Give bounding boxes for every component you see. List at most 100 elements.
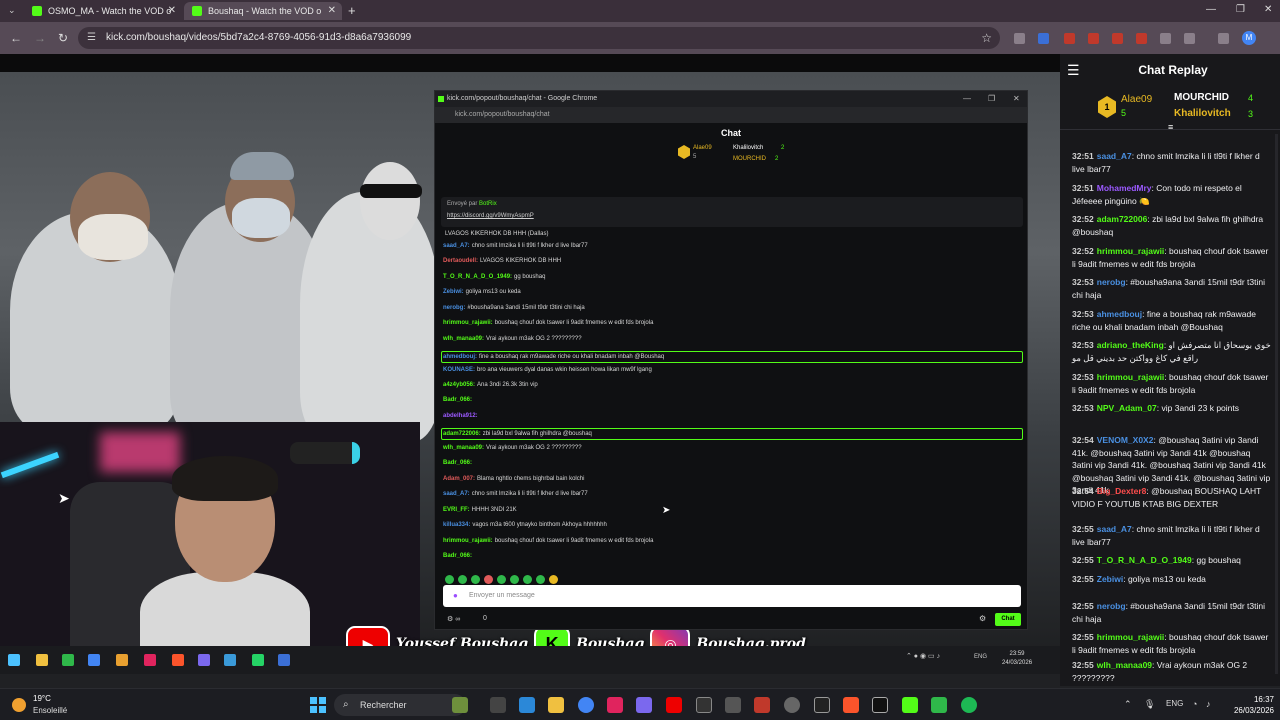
message-user[interactable]: hrimmou_rajawii [1097, 246, 1165, 256]
message-time: 32:54 [1072, 486, 1094, 496]
network-icon[interactable]: ◔ [1192, 699, 1197, 709]
gold-badge-icon [678, 145, 690, 159]
gifter-name: MOURCHID [1174, 92, 1229, 103]
clock-time: 16:37 [1253, 695, 1274, 704]
spotify-icon[interactable] [961, 697, 977, 713]
widget-icon[interactable] [452, 697, 468, 713]
extension-icon[interactable] [1064, 33, 1075, 44]
app-icon[interactable] [725, 697, 741, 713]
message-user[interactable]: adriano_theKing [1097, 340, 1164, 350]
weather-desc[interactable]: Ensoleillé [33, 706, 67, 715]
teams-icon[interactable] [636, 697, 652, 713]
tab-close-icon[interactable]: ✕ [168, 5, 176, 16]
message-user[interactable]: wlh_manaa09 [1097, 660, 1152, 670]
chrome-icon[interactable] [578, 697, 594, 713]
volume-icon[interactable]: ♪ [1206, 699, 1211, 709]
extension-icon[interactable] [1088, 33, 1099, 44]
back-button[interactable]: ← [10, 31, 22, 45]
app-icon[interactable] [784, 697, 800, 713]
message-user[interactable]: nerobg [1097, 277, 1126, 287]
bookmark-star-icon[interactable]: ☆ [981, 27, 992, 49]
brave-icon[interactable] [843, 697, 859, 713]
chat-replay-message: 32:55 T_O_R_N_A_D_O_1949: gg boushaq [1072, 554, 1272, 567]
app-icon[interactable] [872, 697, 888, 713]
maximize-button[interactable]: ❐ [1236, 4, 1245, 15]
message-user[interactable]: Big_Dexter8 [1097, 486, 1147, 496]
forward-button[interactable]: → [34, 31, 46, 45]
extension-icon[interactable] [1136, 33, 1147, 44]
close-window-button[interactable]: ✕ [1264, 4, 1272, 15]
reload-button[interactable]: ↻ [58, 31, 68, 45]
recorded-taskbar: ⌃ ● ◉ ▭ ♪ ENG 23:59 24/03/2026 [0, 646, 1060, 674]
site-info-icon[interactable]: ☰ [87, 27, 96, 49]
chat-replay-message: 32:53 adriano_theKing: خوي بوسحاق انا متص… [1072, 339, 1272, 364]
chat-scrollbar[interactable] [1275, 134, 1278, 674]
message-user[interactable]: T_O_R_N_A_D_O_1949 [1097, 555, 1192, 565]
popout-top-gifters: Alae09 5 Khalilovitch 2 MOURCHID 2 [435, 143, 1027, 169]
tab-boushaq[interactable]: Boushaq - Watch the VOD o ✕ [184, 2, 342, 20]
chat-message: T_O_R_N_A_D_O_1949: gg boushaq [443, 274, 546, 280]
new-tab-button[interactable]: + [348, 3, 356, 18]
extension-icon[interactable] [1014, 33, 1025, 44]
message-user[interactable]: VENOM_X0X2 [1097, 435, 1154, 445]
message-user[interactable]: hrimmou_rajawii [1097, 632, 1165, 642]
url-bar[interactable]: ☰ kick.com/boushaq/videos/5bd7a2c4-8769-… [78, 27, 1000, 49]
windows-start-icon[interactable] [310, 697, 326, 713]
app-icon[interactable] [754, 697, 770, 713]
extensions-puzzle-icon[interactable] [1184, 33, 1195, 44]
face-mask [232, 198, 290, 238]
kick-favicon-icon [438, 96, 444, 102]
message-user[interactable]: adam722006 [1097, 214, 1148, 224]
copilot-icon[interactable] [519, 697, 535, 713]
extension-icon[interactable] [1160, 33, 1171, 44]
extension-icon[interactable] [1112, 33, 1123, 44]
app-icon[interactable] [902, 697, 918, 713]
extension-icon[interactable] [1038, 33, 1049, 44]
message-user[interactable]: saad_A7 [1097, 524, 1132, 534]
file-explorer-icon[interactable] [548, 697, 564, 713]
expand-icon[interactable]: ≡ [1168, 122, 1173, 132]
profile-avatar[interactable]: M [1242, 31, 1256, 45]
tab-osmo[interactable]: OSMO_MA - Watch the VOD o ✕ [24, 2, 182, 20]
lang-indicator[interactable]: ENG [1166, 699, 1183, 708]
system-clock[interactable]: 16:37 26/03/2026 [1222, 694, 1274, 716]
message-user[interactable]: nerobg [1097, 601, 1126, 611]
message-user[interactable]: Zebiwi [1097, 574, 1123, 584]
chat-message: Badr_066: [443, 553, 473, 559]
app-icon[interactable] [931, 697, 947, 713]
weather-temp[interactable]: 19°C [33, 694, 51, 703]
app-icon [62, 654, 74, 666]
capcut-icon[interactable] [814, 697, 830, 713]
app-icon[interactable] [696, 697, 712, 713]
bandana-mask [78, 214, 148, 260]
inner-clock: 23:59 24/03/2026 [1002, 650, 1032, 668]
task-view-icon[interactable] [490, 697, 506, 713]
streamer-figure [140, 456, 310, 660]
mic-icon[interactable]: 🎙 [1144, 699, 1155, 710]
youtube-icon[interactable] [666, 697, 682, 713]
tab-search-icon[interactable]: ⌄ [8, 5, 16, 16]
search-icon: ⌕ [343, 699, 349, 710]
tab-close-icon[interactable]: ✕ [328, 5, 336, 16]
points-icon: ⚙ ∞ [447, 616, 461, 623]
top-gifters: 1 Alae09 5 MOURCHID 4 Khalilovitch 3 ≡ [1060, 86, 1280, 132]
media-control-icon[interactable] [1218, 33, 1229, 44]
message-user[interactable]: MohamedMry [1097, 183, 1152, 193]
chat-message: EVRI_FF: HHHH 3NDI 21K [443, 507, 517, 513]
chat-replay-title: Chat Replay [1138, 63, 1208, 77]
message-time: 32:55 [1072, 632, 1094, 642]
pinned-link[interactable]: https://discord.gg/v9WmyAspmP [447, 213, 534, 219]
chat-replay-message: 32:51 MohamedMry: Con todo mi respeto el … [1072, 182, 1272, 207]
message-user[interactable]: NPV_Adam_07 [1097, 403, 1157, 413]
message-user[interactable]: saad_A7 [1097, 151, 1132, 161]
chat-replay-message: 32:54 Big_Dexter8: @boushaq BOUSHAQ LAHT … [1072, 485, 1272, 510]
app-icon[interactable] [607, 697, 623, 713]
message-user[interactable]: ahmedbouj [1097, 309, 1142, 319]
message-user[interactable]: hrimmou_rajawii [1097, 372, 1165, 382]
sun-icon[interactable] [12, 698, 26, 712]
taskbar-search[interactable]: ⌕ Rechercher [334, 694, 466, 716]
popout-url: kick.com/popout/boushaq/chat [455, 111, 550, 118]
tray-overflow-icon[interactable]: ⌃ [1124, 699, 1132, 710]
pinned-message[interactable]: Envoyé par BotRix https://discord.gg/v9W… [441, 197, 1023, 227]
minimize-button[interactable]: — [1206, 4, 1216, 15]
